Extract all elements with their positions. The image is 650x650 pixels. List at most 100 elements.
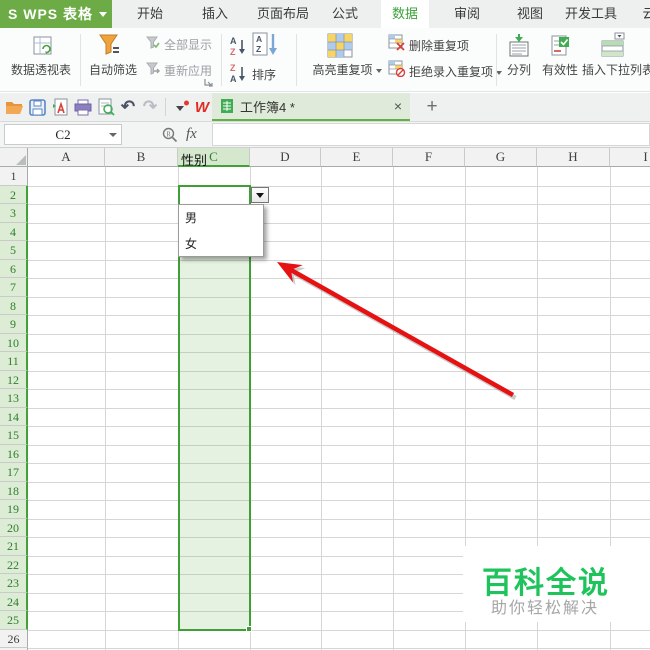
customize-toolbar-icon[interactable] <box>172 96 192 118</box>
menu-tab-5[interactable]: 数据 <box>381 0 429 28</box>
gridline-horizontal <box>28 426 650 427</box>
row-header-21[interactable]: 21 <box>0 537 28 556</box>
sort-button[interactable]: 排序 <box>252 66 276 83</box>
reject-duplicates-button[interactable]: 拒绝录入重复项 <box>409 63 503 80</box>
logo-caret-icon <box>99 12 107 17</box>
row-header-18[interactable]: 18 <box>0 481 28 500</box>
sort-desc-icon[interactable]: Z A <box>228 61 248 85</box>
open-file-icon[interactable] <box>4 96 24 118</box>
fx-label[interactable]: fx <box>186 126 197 143</box>
row-header-24[interactable]: 24 <box>0 592 28 611</box>
row-header-5[interactable]: 5 <box>0 241 28 260</box>
row-header-23[interactable]: 23 <box>0 574 28 593</box>
row-header-10[interactable]: 10 <box>0 333 28 352</box>
row-header-20[interactable]: 20 <box>0 518 28 537</box>
dropdown-list[interactable]: 男女 <box>178 204 264 257</box>
ribbon-separator <box>221 34 222 86</box>
dropdown-item-2[interactable]: 女 <box>179 231 263 257</box>
ribbon-separator <box>80 34 81 86</box>
column-header-B[interactable]: B <box>105 148 178 167</box>
gridline-horizontal <box>28 370 650 372</box>
row-header-25[interactable]: 25 <box>0 611 28 630</box>
validation-button[interactable]: 有效性 <box>540 61 580 78</box>
gridline-vertical <box>321 167 322 650</box>
row-header-15[interactable]: 15 <box>0 426 28 445</box>
spreadsheet-grid[interactable]: A B C D E F G H I 1 2 3 4 5 6 7 8 9 10 11 12 13 14 15 16 17 18 19 20… <box>0 148 650 650</box>
reapply-button[interactable]: 重新应用 <box>164 62 212 79</box>
row-header-14[interactable]: 14 <box>0 407 28 426</box>
row-header-1[interactable]: 1 <box>0 167 28 186</box>
insert-dropdown-list-icon <box>600 32 626 58</box>
save-icon[interactable] <box>27 96 47 118</box>
row-header-6[interactable]: 6 <box>0 259 28 278</box>
row-header-22[interactable]: 22 <box>0 555 28 574</box>
row-header-11[interactable]: 11 <box>0 352 28 371</box>
gridline-horizontal <box>28 333 650 335</box>
data-validation-dropdown-button[interactable] <box>251 187 269 203</box>
row-header-26[interactable]: 26 <box>0 629 28 648</box>
column-header-A[interactable]: A <box>28 148 105 167</box>
column-header-E[interactable]: E <box>321 148 393 167</box>
delete-duplicates-button[interactable]: 删除重复项 <box>409 37 469 54</box>
redo-icon[interactable]: ↷ <box>140 96 160 118</box>
highlight-duplicates-button[interactable]: 高亮重复项 <box>308 61 386 78</box>
column-header-D[interactable]: D <box>250 148 321 167</box>
menu-tab-9[interactable]: 云 <box>634 0 650 28</box>
show-all-button[interactable]: 全部显示 <box>164 36 212 53</box>
row-header-16[interactable]: 16 <box>0 444 28 463</box>
name-box-caret-icon[interactable] <box>109 133 117 137</box>
select-all-corner[interactable] <box>0 148 28 167</box>
row-header-3[interactable]: 3 <box>0 204 28 223</box>
print-icon[interactable] <box>73 96 93 118</box>
row-header-4[interactable]: 4 <box>0 222 28 241</box>
row-header-12[interactable]: 12 <box>0 370 28 389</box>
export-pdf-icon[interactable] <box>50 96 70 118</box>
fill-handle[interactable] <box>246 626 252 632</box>
close-tab-icon[interactable]: × <box>394 98 402 114</box>
menu-tab-6[interactable]: 审阅 <box>443 0 491 28</box>
svg-text:A: A <box>256 34 262 44</box>
column-header-H[interactable]: H <box>537 148 610 167</box>
gridline-horizontal <box>28 500 650 501</box>
print-preview-icon[interactable] <box>96 96 116 118</box>
new-tab-button[interactable]: + <box>420 95 444 119</box>
menu-tab-3[interactable]: 页面布局 <box>243 0 323 28</box>
menu-tab-2[interactable]: 插入 <box>191 0 239 28</box>
column-header-F[interactable]: F <box>393 148 465 167</box>
sort-dialog-icon[interactable]: A Z <box>252 32 280 58</box>
name-box[interactable]: C2 <box>4 124 122 145</box>
dialog-launcher-icon[interactable] <box>204 78 213 87</box>
menu-tab-7[interactable]: 视图 <box>506 0 554 28</box>
menu-tab-8[interactable]: 开发工具 <box>558 0 624 28</box>
validation-icon <box>548 33 573 58</box>
insert-dropdown-list-button[interactable]: 插入下拉列表 <box>582 61 650 78</box>
undo-icon[interactable]: ↶ <box>118 96 138 118</box>
document-tab[interactable]: 工作簿4 * × <box>212 93 410 121</box>
gridline-horizontal <box>28 185 650 187</box>
row-header-13[interactable]: 13 <box>0 389 28 408</box>
row-header-19[interactable]: 19 <box>0 500 28 519</box>
row-header-17[interactable]: 17 <box>0 463 28 482</box>
menu-tab-1[interactable]: 开始 <box>126 0 174 28</box>
magnifier-icon[interactable]: R <box>162 127 178 143</box>
wps-w-icon[interactable]: W <box>192 96 212 118</box>
reject-duplicates-label: 拒绝录入重复项 <box>409 65 494 79</box>
row-header-9[interactable]: 9 <box>0 315 28 334</box>
select-all-triangle-icon <box>16 155 26 165</box>
menu-tab-4[interactable]: 公式 <box>321 0 369 28</box>
gridline-horizontal <box>28 389 650 390</box>
formula-input[interactable] <box>212 123 650 146</box>
row-header-2[interactable]: 2 <box>0 185 28 204</box>
pivot-table-button[interactable]: 数据透视表 <box>8 61 74 78</box>
document-tab-title: 工作簿4 * <box>240 99 295 115</box>
row-header-7[interactable]: 7 <box>0 278 28 297</box>
sort-asc-icon[interactable]: A Z <box>228 34 248 58</box>
column-header-I[interactable]: I <box>610 148 650 167</box>
wps-logo[interactable]: S WPS 表格 <box>0 0 112 28</box>
autofilter-button[interactable]: 自动筛选 <box>86 61 140 78</box>
text-to-columns-button[interactable]: 分列 <box>505 61 533 78</box>
dropdown-item-1[interactable]: 男 <box>179 205 263 231</box>
column-header-G[interactable]: G <box>465 148 537 167</box>
row-header-8[interactable]: 8 <box>0 296 28 315</box>
gridline-vertical <box>105 167 106 650</box>
